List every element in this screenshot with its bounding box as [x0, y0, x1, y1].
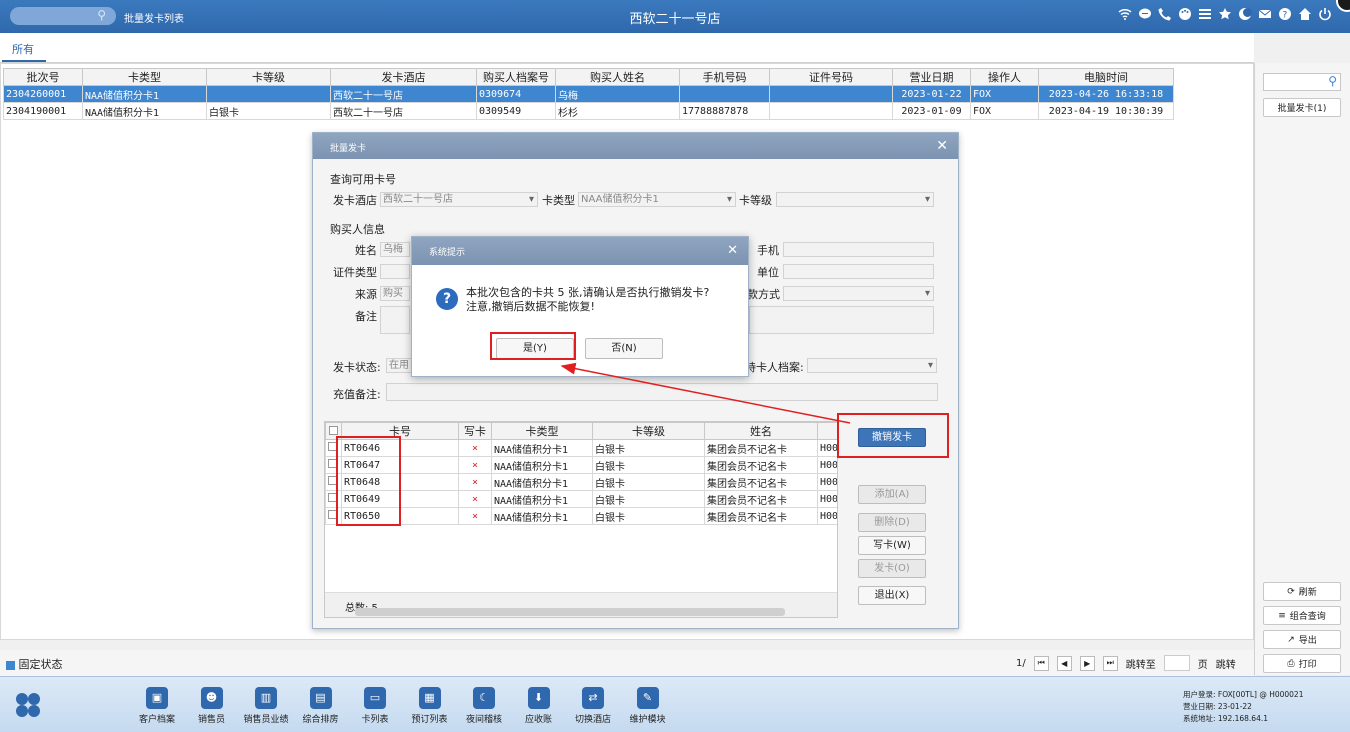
annotation-arrow	[560, 362, 851, 424]
